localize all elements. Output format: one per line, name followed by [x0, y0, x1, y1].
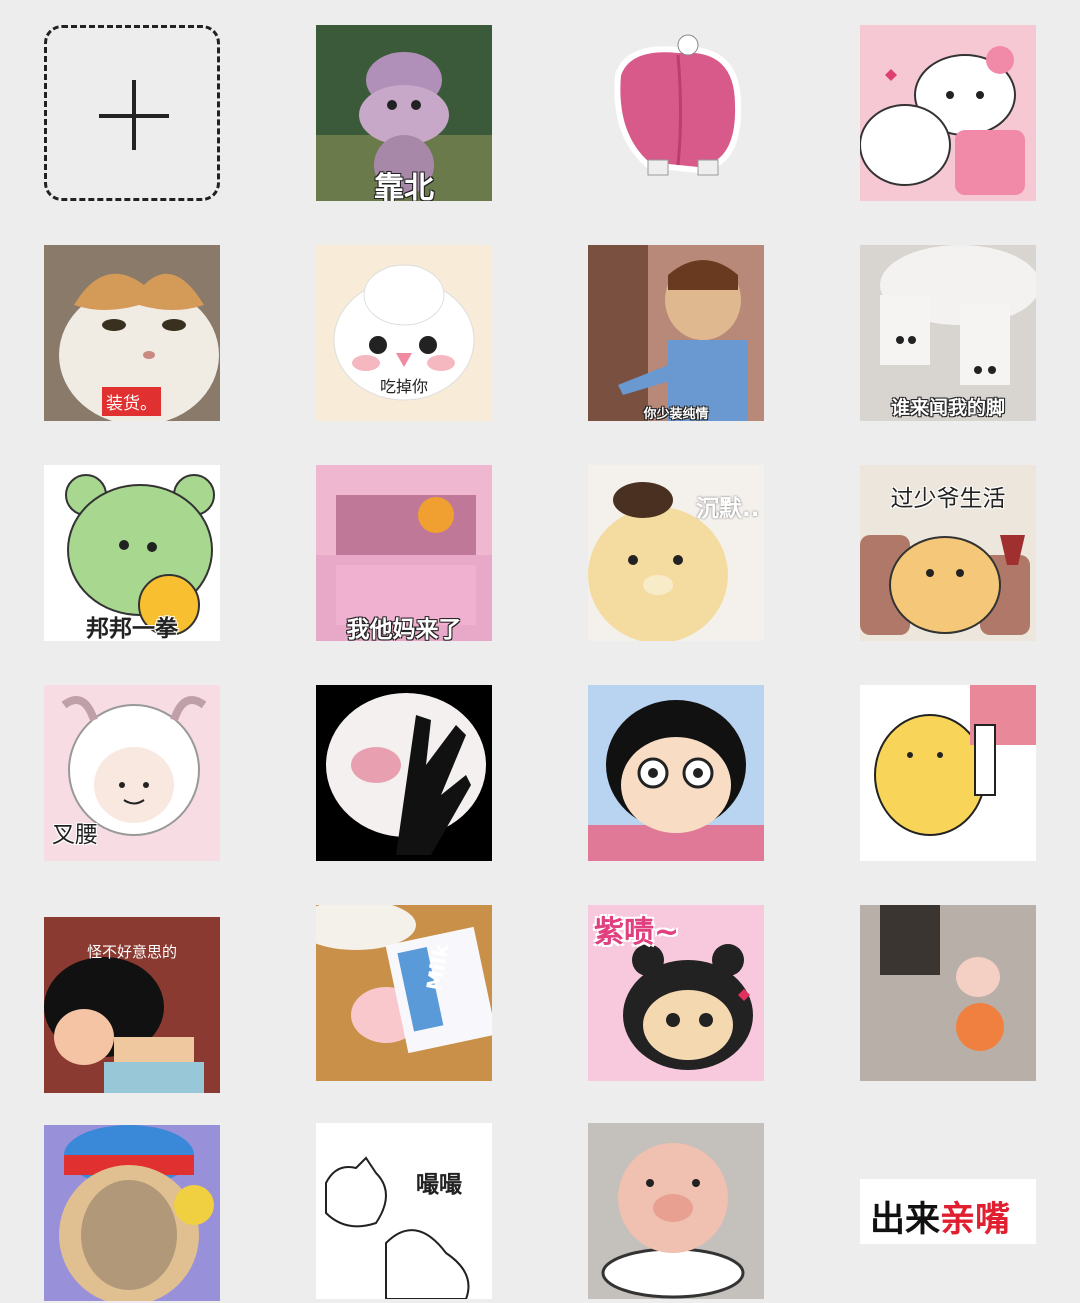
- sticker-young-master[interactable]: 过少爷生活: [860, 465, 1036, 641]
- sticker-caption-b: 亲嘴: [940, 1200, 1011, 1240]
- sticker-jon-arbuckle[interactable]: 你少装纯情: [588, 245, 764, 421]
- sticker-caption: 过少爷生活: [890, 486, 1006, 512]
- add-sticker-button[interactable]: [44, 25, 220, 201]
- sticker-helmet-face[interactable]: [44, 1125, 220, 1301]
- sticker-bear-feet[interactable]: 谁来闻我的脚: [860, 245, 1036, 421]
- sticker-pig-on-ball[interactable]: [860, 905, 1036, 1081]
- sticker-pompompurin[interactable]: 沉默..: [588, 465, 764, 641]
- sticker-caption: 我他妈来了: [346, 617, 462, 641]
- sticker-bowl-cut-girl[interactable]: [588, 685, 764, 861]
- sticker-caption: 你少装纯情: [643, 407, 709, 421]
- sticker-pig-robot-vacuum[interactable]: [588, 1123, 764, 1299]
- sticker-hello-kitty[interactable]: [860, 25, 1036, 201]
- sticker-caption: 沉默..: [696, 496, 760, 522]
- sticker-caption: 紫啧~: [594, 915, 680, 950]
- sticker-cat[interactable]: 装货。: [44, 245, 220, 421]
- sticker-caption-a: 出来: [870, 1200, 941, 1240]
- sticker-caption: 邦邦一拳: [86, 616, 178, 641]
- sticker-sheep[interactable]: 叉腰: [44, 685, 220, 861]
- sticker-caption: 谁来闻我的脚: [890, 397, 1005, 419]
- sticker-pink-butt[interactable]: [588, 25, 764, 201]
- sticker-cream-puff[interactable]: 吃掉你: [316, 245, 492, 421]
- sticker-green-bear[interactable]: 邦邦一拳: [44, 465, 220, 641]
- sticker-kiss-cats[interactable]: 嘬嘬: [316, 1123, 492, 1299]
- sticker-monkey[interactable]: 靠北: [316, 25, 492, 201]
- sticker-caption: 嘬嘬: [416, 1172, 462, 1198]
- sticker-text-kiss[interactable]: 出来亲嘴: [860, 1179, 1036, 1244]
- sticker-pink-truck[interactable]: 我他妈来了: [316, 465, 492, 641]
- sticker-caption: 怪不好意思的: [86, 943, 177, 961]
- sticker-caption: 吃掉你: [379, 377, 428, 396]
- sticker-shinchan[interactable]: 怪不好意思的: [44, 917, 220, 1093]
- sticker-black-bear[interactable]: 紫啧~: [588, 905, 764, 1081]
- sticker-caption: 靠北: [374, 171, 434, 201]
- sticker-yellow-blob[interactable]: [860, 685, 1036, 861]
- sticker-caption: 叉腰: [52, 822, 98, 848]
- sticker-dark-hand[interactable]: [316, 685, 492, 861]
- sticker-milk-yogurt[interactable]: Milk: [316, 905, 492, 1081]
- sticker-caption: 装货。: [102, 387, 161, 416]
